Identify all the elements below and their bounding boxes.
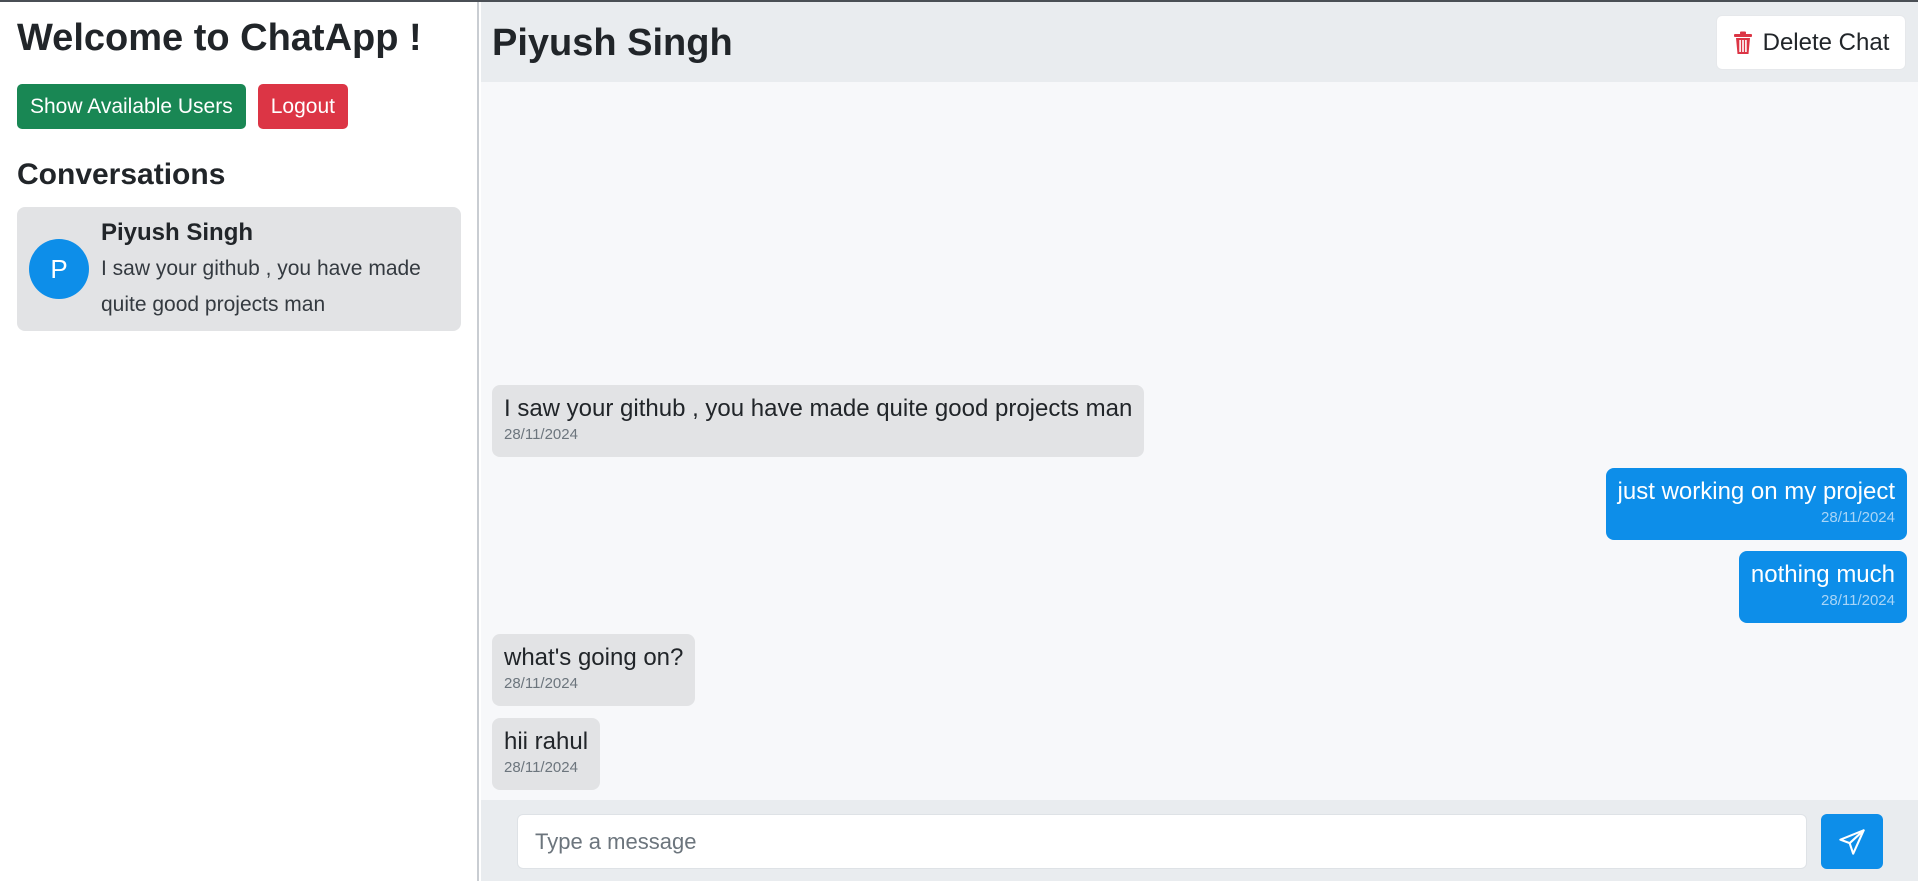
message-date: 28/11/2024	[504, 426, 578, 443]
delete-chat-button[interactable]: Delete Chat	[1716, 15, 1906, 70]
conversation-name: Piyush Singh	[101, 219, 254, 246]
message-composer	[481, 800, 1918, 881]
conversation-item[interactable]: P Piyush Singh I saw your github , you h…	[17, 207, 461, 331]
message-incoming: what's going on? 28/11/2024	[492, 634, 696, 706]
message-text: just working on my project	[1617, 478, 1895, 505]
message-text: I saw your github , you have made quite …	[504, 395, 1133, 422]
chat-header: Piyush Singh Delete Chat	[481, 2, 1918, 82]
message-list: I saw your github , you have made quite …	[481, 82, 1918, 800]
message-text: nothing much	[1750, 561, 1895, 588]
sidebar-actions: Show Available Users Logout	[17, 84, 460, 129]
delete-chat-label: Delete Chat	[1762, 28, 1890, 56]
sidebar: Welcome to ChatApp ! Show Available User…	[0, 2, 479, 881]
message-text: hii rahul	[504, 728, 589, 755]
conversation-preview: I saw your github , you have made quite …	[101, 257, 421, 316]
message-outgoing: just working on my project 28/11/2024	[1605, 468, 1907, 540]
welcome-heading: Welcome to ChatApp !	[17, 17, 422, 59]
message-incoming: I saw your github , you have made quite …	[492, 385, 1145, 457]
logout-button[interactable]: Logout	[257, 84, 348, 129]
message-input[interactable]	[517, 814, 1807, 869]
message-outgoing: nothing much 28/11/2024	[1738, 551, 1907, 623]
message-date: 28/11/2024	[504, 675, 578, 692]
trash-icon	[1733, 31, 1752, 54]
conversations-heading: Conversations	[17, 158, 226, 191]
message-text: what's going on?	[504, 644, 684, 671]
send-button[interactable]	[1821, 814, 1883, 869]
message-incoming: hii rahul 28/11/2024	[492, 718, 601, 790]
chat-panel: Piyush Singh Delete Chat I saw your gith…	[481, 2, 1918, 881]
paper-plane-icon	[1839, 828, 1865, 855]
message-date: 28/11/2024	[504, 759, 578, 776]
chat-app: Welcome to ChatApp ! Show Available User…	[0, 0, 1918, 881]
show-available-users-button[interactable]: Show Available Users	[17, 84, 246, 129]
chat-title: Piyush Singh	[492, 22, 733, 64]
message-date: 28/11/2024	[1821, 509, 1895, 526]
avatar: P	[29, 239, 89, 299]
message-date: 28/11/2024	[1821, 592, 1895, 609]
